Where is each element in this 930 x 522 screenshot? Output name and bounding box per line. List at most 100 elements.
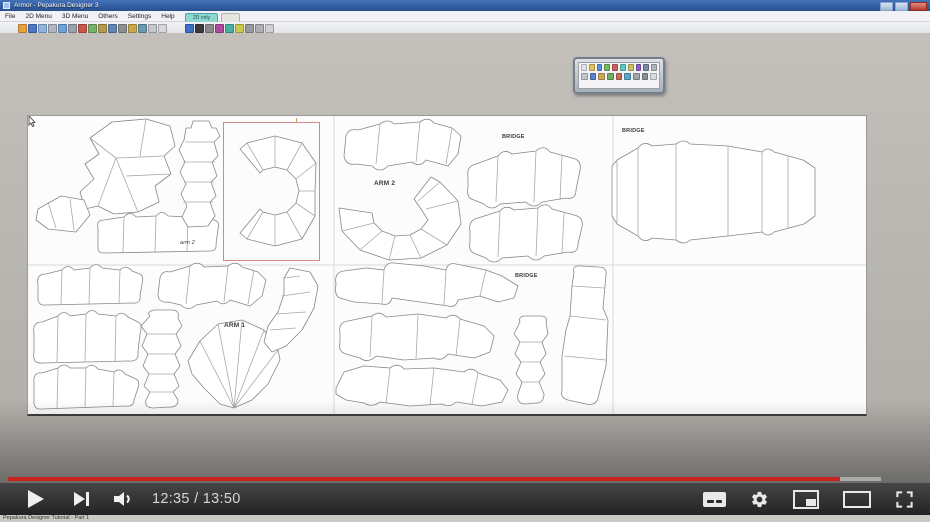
time-display: 12:35 / 13:50	[152, 491, 241, 507]
minimize-button[interactable]	[880, 1, 893, 11]
mouse-cursor	[28, 116, 36, 127]
pattern-piece[interactable]	[79, 118, 176, 215]
toolbar-icon[interactable]	[48, 23, 57, 33]
piece-label: BRIDGE	[502, 134, 525, 140]
maximize-button[interactable]	[895, 1, 908, 11]
volume-button[interactable]	[112, 490, 134, 508]
progress-buffered	[839, 477, 881, 481]
toolbar-icon[interactable]	[118, 23, 127, 33]
toolbar-icon[interactable]	[245, 23, 254, 33]
menu-bar: File 2D Menu 3D Menu Others Settings Hel…	[0, 11, 930, 22]
selection-handle	[296, 118, 297, 123]
toolbar-icon[interactable]	[589, 73, 597, 80]
toolbar-icon[interactable]	[78, 23, 87, 33]
toolbar-icon[interactable]	[215, 23, 224, 33]
menu-3d[interactable]: 3D Menu	[57, 13, 93, 20]
toolbar-icon[interactable]	[581, 64, 587, 71]
floating-tool-palette[interactable]	[573, 57, 665, 94]
toolbar-icon[interactable]	[581, 73, 588, 80]
piece-label: arm 2	[180, 240, 196, 246]
piece-label: ARM 2	[374, 180, 396, 187]
toolbar-icon[interactable]	[615, 73, 623, 80]
play-button[interactable]	[28, 490, 44, 508]
pattern-piece[interactable]	[335, 262, 519, 307]
pattern-piece[interactable]	[178, 120, 221, 228]
menu-2d[interactable]: 2D Menu	[20, 13, 56, 20]
palette-row-1	[579, 63, 659, 72]
pattern-piece[interactable]	[140, 309, 183, 409]
toolbar-icon[interactable]	[128, 23, 137, 33]
fullscreen-button[interactable]	[895, 490, 914, 509]
menu-settings[interactable]: Settings	[123, 13, 157, 20]
toolbar-icon[interactable]	[624, 73, 632, 80]
toolbar-icon[interactable]	[148, 23, 157, 33]
pattern-piece[interactable]	[611, 140, 816, 244]
settings-button[interactable]	[750, 490, 769, 509]
toolbar-icon[interactable]	[138, 23, 147, 33]
pattern-piece[interactable]	[467, 147, 581, 209]
cc-line	[716, 500, 722, 503]
toolbar-icon[interactable]	[641, 73, 649, 80]
toolbar-icon[interactable]	[635, 64, 642, 71]
toolbar-icon[interactable]	[627, 64, 634, 71]
toolbar-icon[interactable]	[633, 73, 640, 80]
menu-file[interactable]: File	[0, 13, 20, 20]
progress-bar[interactable]	[8, 477, 922, 481]
toolbar-icon[interactable]	[88, 23, 97, 33]
theater-mode-button[interactable]	[843, 490, 871, 508]
pattern-canvas[interactable]: arm 2 ARM 2 BRIDGE BRIDGE ARM 1 BRIDGE	[27, 115, 867, 416]
pattern-piece[interactable]	[338, 176, 462, 261]
toolbar-icon[interactable]	[607, 73, 614, 80]
subtitles-button[interactable]	[703, 491, 726, 507]
toolbar-icon[interactable]	[205, 23, 214, 33]
toolbar-icon[interactable]	[158, 23, 167, 33]
toolbar-icon-group-right	[185, 23, 274, 33]
toolbar-icon[interactable]	[255, 23, 264, 33]
pattern-piece[interactable]	[343, 118, 462, 171]
toolbar-icon[interactable]	[598, 73, 606, 80]
toolbar-icon[interactable]	[596, 64, 603, 71]
miniplayer-button[interactable]	[793, 489, 819, 509]
pattern-piece[interactable]	[33, 310, 142, 364]
next-bar	[86, 492, 89, 506]
toolbar-icon[interactable]	[651, 64, 657, 71]
toolbar-icon[interactable]	[18, 23, 27, 33]
toolbar-icon[interactable]	[185, 23, 194, 33]
piece-label: BRIDGE	[515, 273, 538, 279]
toolbar-icon[interactable]	[643, 64, 650, 71]
app-title-bar: Armor - Pepakura Designer 3	[0, 0, 930, 11]
toolbar-icon[interactable]	[225, 23, 234, 33]
floating-tool-palette-body	[578, 62, 660, 89]
toolbar-icon[interactable]	[68, 23, 77, 33]
page-below-player: Pepakura Designer Tutorial - Part 1	[0, 515, 930, 522]
toolbar-icon[interactable]	[98, 23, 107, 33]
toolbar-icon[interactable]	[604, 64, 611, 71]
app-icon	[3, 2, 10, 9]
pattern-piece[interactable]	[35, 195, 91, 233]
toolbar-icon[interactable]	[650, 73, 658, 80]
menu-help[interactable]: Help	[156, 13, 179, 20]
video-player: Armor - Pepakura Designer 3 File 2D Menu…	[0, 0, 930, 522]
pattern-piece[interactable]	[263, 267, 319, 353]
pattern-piece[interactable]	[157, 262, 267, 309]
close-button[interactable]	[910, 1, 927, 11]
pattern-piece[interactable]	[513, 315, 549, 405]
palette-row-2	[579, 72, 659, 81]
menu-others[interactable]: Others	[93, 13, 123, 20]
miniplayer-inner-rect	[806, 498, 816, 506]
toolbar-icon[interactable]	[619, 64, 626, 71]
toolbar-icon-group-left	[18, 23, 167, 33]
toolbar-icon[interactable]	[265, 23, 274, 33]
toolbar-icon[interactable]	[108, 23, 117, 33]
toolbar-icon[interactable]	[28, 23, 37, 33]
selection-box[interactable]	[223, 118, 320, 261]
pattern-piece[interactable]	[335, 364, 509, 407]
toolbar-icon[interactable]	[588, 64, 595, 71]
pattern-piece[interactable]	[469, 204, 583, 263]
toolbar-icon[interactable]	[612, 64, 618, 71]
toolbar-icon[interactable]	[38, 23, 47, 33]
toolbar-icon[interactable]	[235, 23, 244, 33]
toolbar-icon[interactable]	[195, 23, 204, 33]
toolbar-icon[interactable]	[58, 23, 67, 33]
next-button[interactable]	[74, 491, 90, 507]
